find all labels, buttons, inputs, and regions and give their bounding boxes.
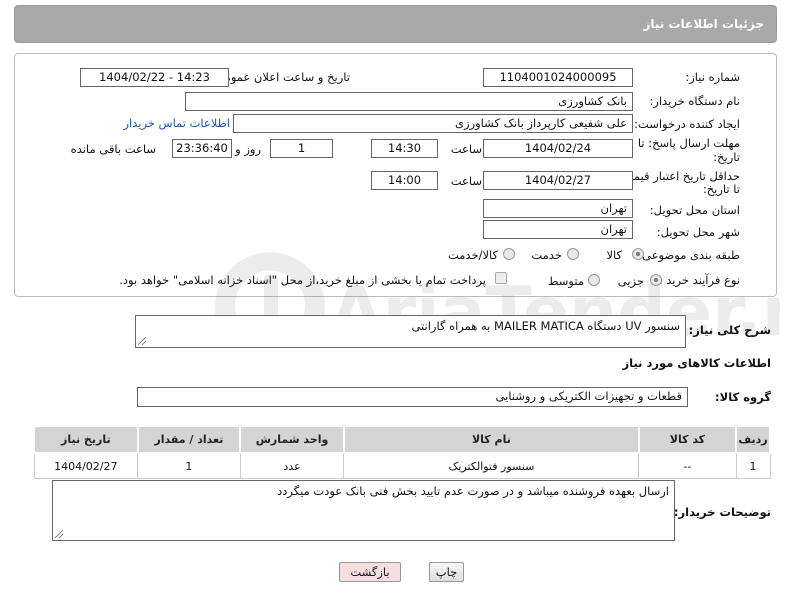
col-row: ردیف	[735, 425, 771, 454]
description-label: شرح کلی نیاز:	[688, 323, 771, 337]
remaining-time-field: 23:36:40	[172, 139, 232, 158]
validity-date-field: 1404/02/27	[483, 171, 633, 190]
need-number-field: 1104001024000095	[483, 68, 633, 87]
buyer-notes-textarea[interactable]: ارسال بعهده فروشنده میباشد و در صورت عدم…	[52, 480, 675, 541]
category-radio-service[interactable]	[567, 248, 579, 260]
goods-table: ردیف کد کالا نام کالا واحد شمارش تعداد /…	[33, 425, 771, 479]
buyer-notes-label: توضیحات خریدار:	[673, 505, 771, 519]
announce-date-field: 1404/02/22 - 14:23	[80, 68, 229, 87]
deadline-date-field: 1404/02/24	[483, 139, 633, 158]
requester-label: ایجاد کننده درخواست:	[634, 117, 740, 131]
province-label: استان محل تحویل:	[649, 203, 740, 217]
col-need-date: تاریخ نیاز	[33, 425, 139, 454]
description-text: سنسور UV دستگاه MAILER MATICA به همراه گ…	[411, 319, 680, 333]
buyer-org-field: بانک کشاورزی	[185, 92, 633, 111]
process-radio-medium[interactable]	[588, 274, 600, 286]
cell-goods-name: سنسور فتوالکتریک	[343, 452, 640, 479]
process-option-minor: جزیی	[617, 274, 644, 288]
deadline-label-date: تاریخ:	[713, 150, 740, 164]
col-unit: واحد شمارش	[239, 425, 345, 454]
city-label: شهر محل تحویل:	[656, 225, 740, 239]
print-button[interactable]: چاپ	[429, 562, 464, 582]
page-header: جزئیات اطلاعات نیاز	[14, 5, 777, 43]
description-textarea[interactable]: سنسور UV دستگاه MAILER MATICA به همراه گ…	[135, 315, 686, 348]
buyer-org-label: نام دستگاه خریدار:	[649, 94, 740, 108]
treasury-payment-checkbox[interactable]	[495, 272, 507, 284]
goods-table-header: ردیف کد کالا نام کالا واحد شمارش تعداد /…	[33, 425, 771, 454]
category-radio-goods-service[interactable]	[503, 248, 515, 260]
category-option-goods: کالا	[606, 248, 622, 262]
category-label: طبقه بندی موضوعی:	[638, 248, 740, 262]
col-quantity: تعداد / مقدار	[136, 425, 242, 454]
col-goods-name: نام کالا	[342, 425, 640, 454]
validity-time-label: ساعت	[450, 174, 482, 188]
validity-time-field: 14:00	[371, 171, 438, 190]
cell-row: 1	[735, 452, 771, 479]
validity-label-date: تا تاریخ:	[702, 182, 740, 196]
resize-grip-icon[interactable]	[55, 530, 63, 538]
category-radio-goods[interactable]	[632, 248, 644, 260]
resize-grip-icon[interactable]	[138, 337, 146, 345]
requester-field: علی شفیعی کارپرداز بانک کشاورزی	[233, 114, 633, 133]
deadline-time-label: ساعت	[450, 142, 482, 156]
col-goods-code: کد کالا	[637, 425, 738, 454]
goods-section-title: اطلاعات کالاهای مورد نیاز	[622, 356, 771, 370]
process-option-medium: متوسط	[547, 274, 584, 288]
goods-group-label: گروه کالا:	[715, 390, 771, 404]
table-row: 1 -- سنسور فتوالکتریک عدد 1 1404/02/27	[33, 452, 771, 479]
remaining-time-label: ساعت باقی مانده	[70, 142, 156, 156]
page-title: جزئیات اطلاعات نیاز	[643, 17, 764, 31]
city-field: تهران	[483, 220, 633, 239]
days-field: 1	[270, 139, 333, 158]
process-label: نوع فرآیند خرید :	[658, 273, 740, 287]
category-option-service: خدمت	[531, 248, 562, 262]
need-number-label: شماره نیاز:	[685, 70, 740, 84]
announce-date-label: تاریخ و ساعت اعلان عمومی:	[211, 70, 350, 84]
cell-goods-code: --	[638, 452, 737, 479]
days-label: روز و	[235, 142, 261, 156]
treasury-payment-note: پرداخت تمام یا بخشی از مبلغ خرید،از محل …	[119, 273, 486, 287]
back-button[interactable]: بازگشت	[339, 562, 401, 582]
buyer-contact-link[interactable]: اطلاعات تماس خریدار	[123, 116, 230, 130]
category-option-goods-service: کالا/خدمت	[447, 248, 498, 262]
cell-need-date: 1404/02/27	[33, 452, 139, 479]
cell-quantity: 1	[137, 452, 241, 479]
process-radio-minor[interactable]	[650, 274, 662, 286]
cell-unit: عدد	[239, 452, 345, 479]
goods-group-field: قطعات و تجهیزات الکتریکی و روشنایی	[137, 387, 688, 407]
validity-label: حداقل تاریخ اعتبار قیمت:	[618, 169, 740, 183]
province-field: تهران	[483, 199, 633, 218]
deadline-time-field: 14:30	[371, 139, 438, 158]
buyer-notes-text: ارسال بعهده فروشنده میباشد و در صورت عدم…	[277, 484, 669, 498]
deadline-label: مهلت ارسال پاسخ: تا	[637, 136, 740, 150]
